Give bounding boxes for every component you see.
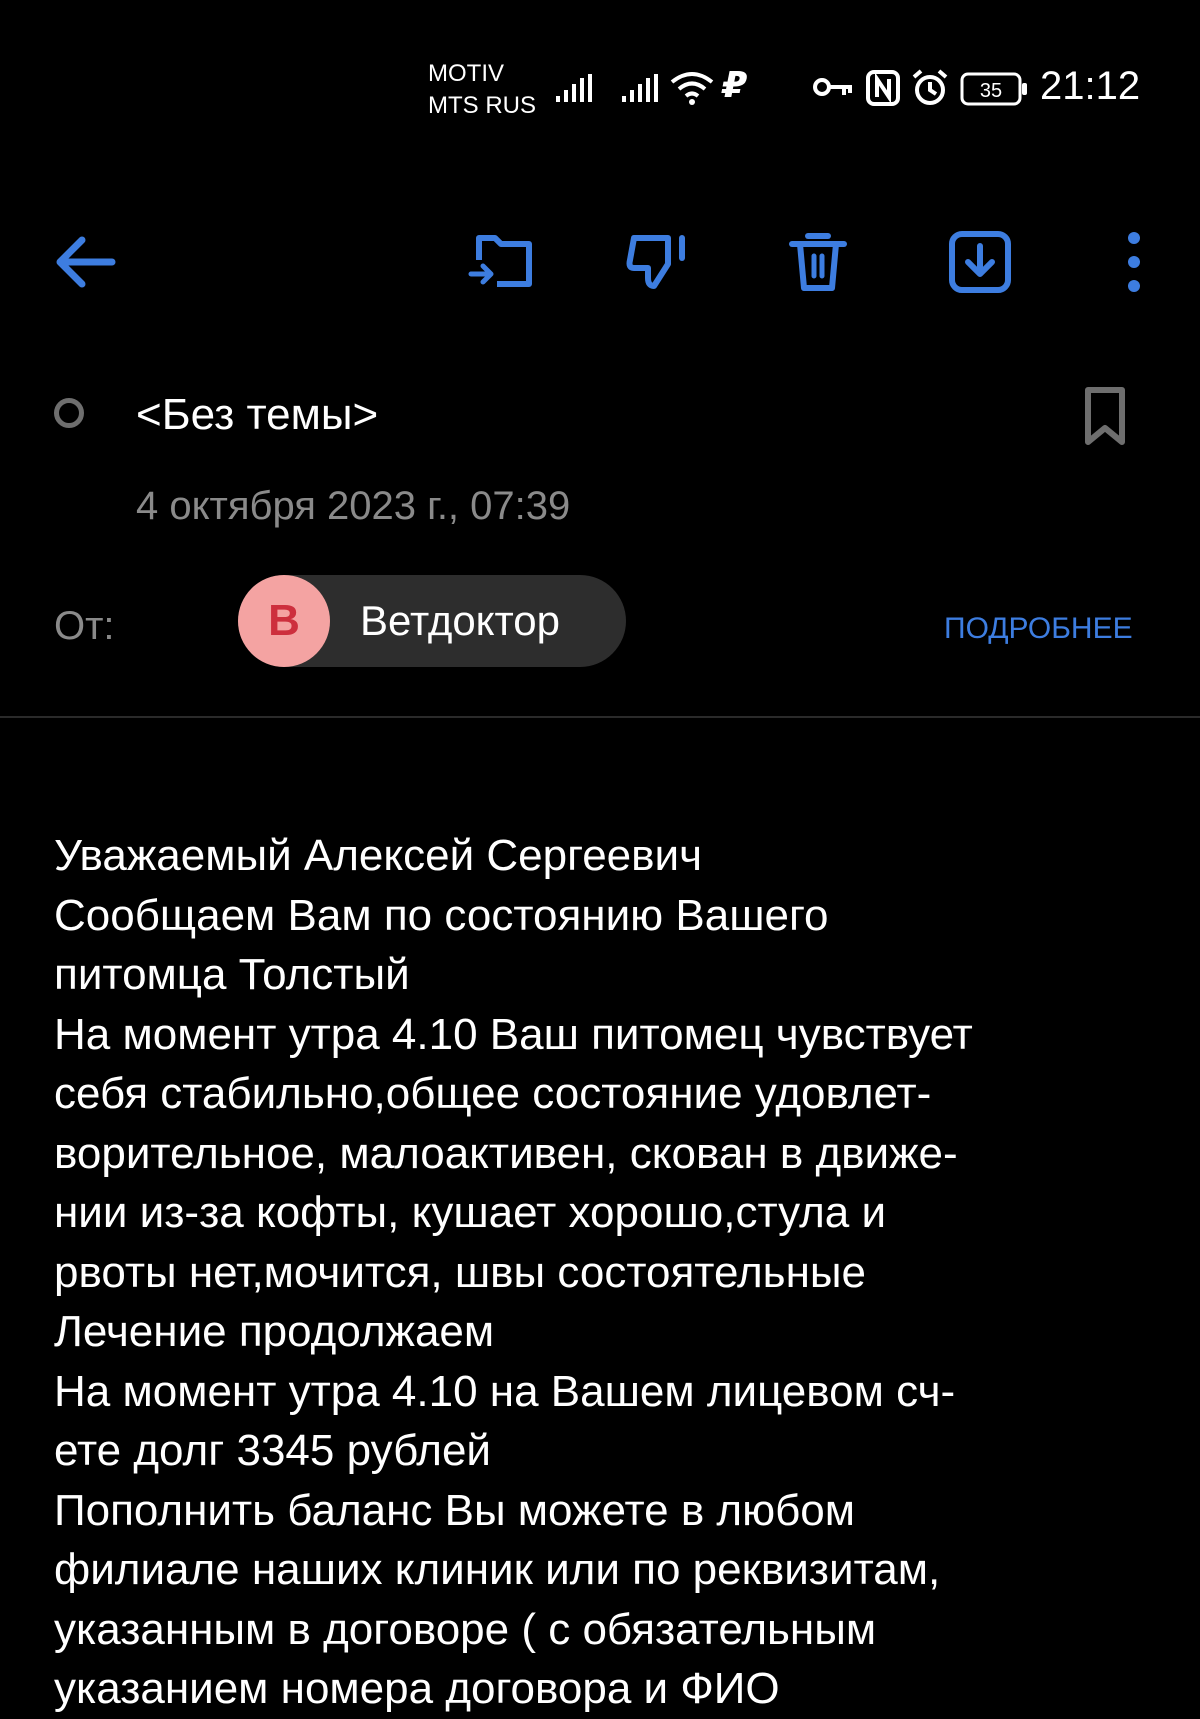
carrier-1: MOTIV bbox=[428, 60, 504, 87]
body-line: На момент утра 4.10 Ваш питомец чувствуе… bbox=[54, 1009, 973, 1059]
clock: 21:12 bbox=[1040, 64, 1141, 108]
battery-icon: 35 bbox=[960, 72, 1027, 106]
mark-spam-icon bbox=[626, 235, 685, 289]
back-button[interactable] bbox=[44, 222, 124, 302]
spam-button[interactable] bbox=[619, 222, 699, 302]
email-date: 4 октября 2023 г., 07:39 bbox=[136, 484, 571, 528]
body-line: Пополнить баланс Вы можете в любом bbox=[54, 1485, 856, 1535]
body-line: ете долг 3345 рублей bbox=[54, 1426, 492, 1475]
vpn-key-icon bbox=[813, 78, 852, 96]
divider bbox=[0, 716, 1200, 718]
subject-row: <Без темы> bbox=[0, 370, 1200, 460]
body-line: себя стабильно,общее состояние удовлет- bbox=[54, 1069, 932, 1118]
body-line: Сообщаем Вам по состоянию Вашего bbox=[54, 890, 829, 940]
more-options-icon bbox=[1128, 232, 1140, 292]
body-line: указанием номера договора и ФИО bbox=[54, 1664, 780, 1713]
signal-icon-sim1 bbox=[556, 74, 592, 102]
back-arrow-icon bbox=[56, 236, 116, 288]
bookmark-icon[interactable] bbox=[1082, 384, 1128, 448]
email-body: Уважаемый Алексей Сергеевич Сообщаем Вам… bbox=[54, 826, 1164, 1719]
body-line: указанным в договоре ( с обязательным bbox=[54, 1604, 877, 1654]
sender-chip[interactable]: В Ветдоктор bbox=[238, 575, 626, 667]
nfc-icon bbox=[866, 70, 900, 106]
read-status-icon[interactable] bbox=[54, 398, 84, 428]
alarm-icon bbox=[912, 69, 948, 105]
body-line: Уважаемый Алексей Сергеевич bbox=[54, 831, 703, 880]
avatar: В bbox=[238, 575, 330, 667]
carrier-2: MTS RUS bbox=[428, 92, 536, 119]
sender-name: Ветдоктор bbox=[360, 597, 561, 644]
body-line: Лечение продолжаем bbox=[54, 1307, 495, 1356]
carrier-names: MOTIV MTS RUS bbox=[428, 58, 536, 122]
signal-icon-sim2 bbox=[622, 74, 658, 102]
from-label: От: bbox=[54, 604, 115, 648]
body-line: филиале наших клиник или по реквизитам, bbox=[54, 1545, 941, 1594]
move-button[interactable] bbox=[462, 222, 542, 302]
delete-button[interactable] bbox=[778, 222, 858, 302]
move-to-folder-icon bbox=[468, 235, 532, 287]
status-bar: MOTIV MTS RUS ₽ 35 21:12 bbox=[0, 0, 1200, 180]
email-toolbar bbox=[0, 200, 1200, 320]
details-link[interactable]: ПОДРОБНЕЕ bbox=[944, 612, 1133, 646]
ruble-icon: ₽ bbox=[722, 64, 748, 105]
body-line: На момент утра 4.10 на Вашем лицевом сч- bbox=[54, 1366, 956, 1416]
body-line: нии из-за кофты, кушает хорошо,стула и bbox=[54, 1188, 887, 1237]
download-button[interactable] bbox=[940, 222, 1020, 302]
delete-icon bbox=[789, 233, 847, 291]
wifi-icon bbox=[670, 72, 714, 105]
body-line: рвоты нет,мочится, швы состоятельные bbox=[54, 1247, 866, 1297]
battery-level: 35 bbox=[980, 80, 1002, 102]
email-subject: <Без темы> bbox=[136, 390, 379, 439]
more-options-button[interactable] bbox=[1094, 222, 1174, 302]
download-icon bbox=[949, 231, 1011, 293]
body-line: ворительное, малоактивен, скован в движе… bbox=[54, 1128, 958, 1178]
body-line: питомца Толстый bbox=[54, 950, 410, 999]
